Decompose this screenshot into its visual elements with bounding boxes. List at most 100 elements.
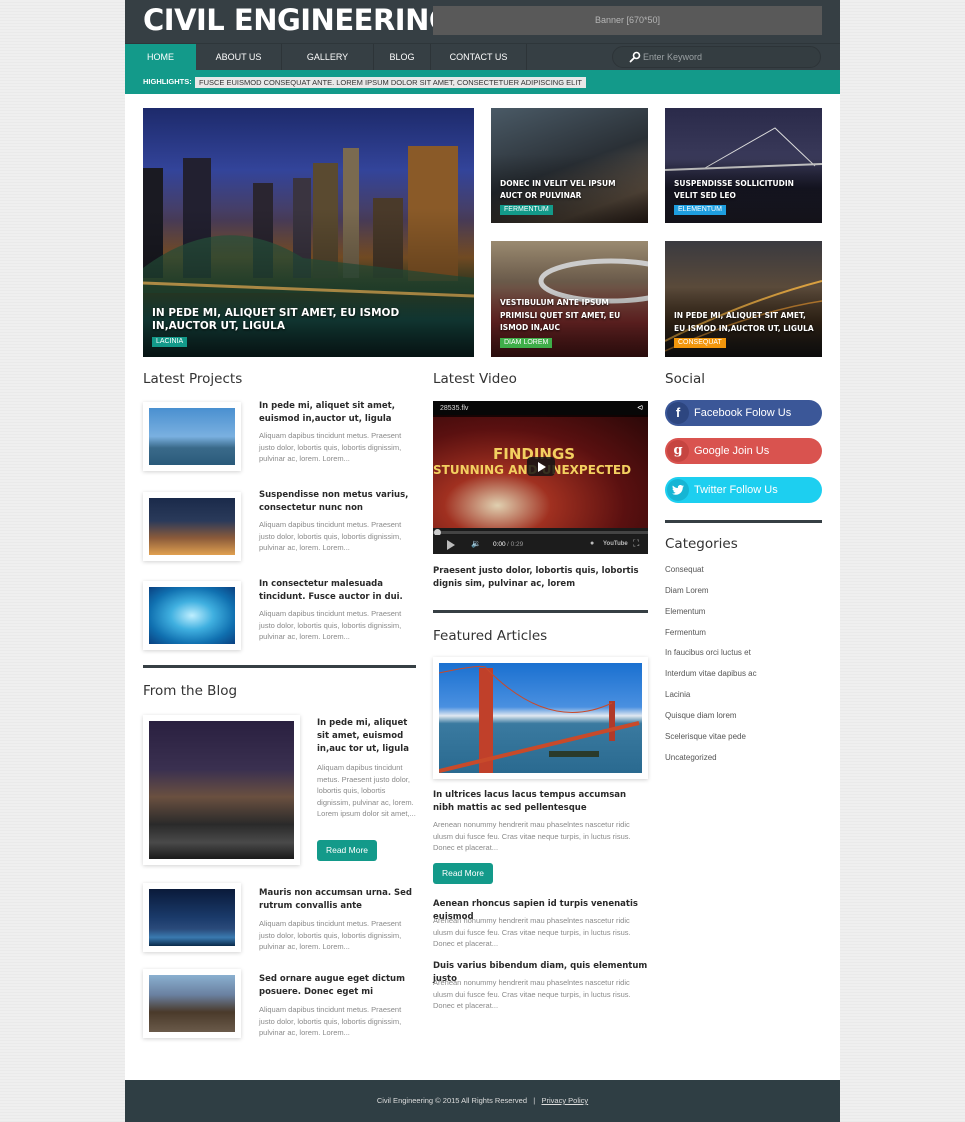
blog-thumb[interactable] (143, 883, 241, 952)
project-thumb[interactable] (143, 581, 241, 650)
nav-contact-us[interactable]: CONTACT US (431, 44, 527, 71)
facebook-icon: f (667, 402, 689, 424)
blog-item-title[interactable]: Mauris non accumsan urna. Sed rutrum con… (259, 887, 414, 913)
tunnel-photo (149, 587, 235, 644)
google-label: Google Join Us (694, 445, 770, 457)
fullscreen-icon[interactable]: ⛶ (633, 538, 639, 549)
featured-tile-2[interactable]: DONEC IN VELIT VEL IPSUM AUCT OR PULVINA… (491, 108, 648, 223)
nav-gallery[interactable]: GALLERY (282, 44, 374, 71)
featured-tile-3[interactable]: SUSPENDISSE SOLLICITUDIN VELIT SED LEO E… (665, 108, 822, 223)
category-link[interactable]: Elementum (665, 607, 705, 616)
google-icon: g (667, 440, 689, 462)
tile-title: SUSPENDISSE SOLLICITUDIN VELIT SED LEO (674, 179, 794, 200)
footer-separator: | (533, 1096, 536, 1105)
play-icon[interactable] (447, 540, 455, 550)
latest-video-heading: Latest Video (433, 371, 517, 387)
share-icon[interactable]: ⪦ (637, 402, 643, 413)
featured-article-title[interactable]: In ultrices lacus lacus tempus accumsan … (433, 789, 648, 815)
video-duration: / 0:29 (507, 541, 524, 548)
twitter-follow-button[interactable]: Twitter Follow Us (665, 477, 822, 503)
banner-ad[interactable]: Banner [670*50] (433, 6, 822, 35)
site-logo[interactable]: CIVIL ENGINEERING (143, 3, 453, 37)
project-text: Aliquam dapibus tincidunt metus. Praesen… (259, 609, 402, 641)
tile-tag[interactable]: ELEMENTUM (674, 205, 726, 215)
category-link[interactable]: Diam Lorem (665, 586, 709, 595)
section-divider (433, 610, 648, 613)
tile-tag[interactable]: LACINIA (152, 337, 188, 347)
volume-icon[interactable]: 🔉 (471, 539, 481, 548)
play-overlay-button[interactable] (527, 457, 555, 476)
privacy-policy-link[interactable]: Privacy Policy (541, 1096, 588, 1105)
featured-tile-4[interactable]: VESTIBULUM ANTE IPSUM PRIMISLI QUET SIT … (491, 241, 648, 357)
twitter-label: Twitter Follow Us (694, 484, 778, 496)
blog-heading: From the Blog (143, 683, 238, 699)
blog-read-more-button[interactable]: Read More (317, 840, 377, 861)
latest-projects-heading: Latest Projects (143, 371, 243, 387)
tile-title: IN PEDE MI, ALIQUET SIT AMET, EU ISMOD I… (152, 307, 400, 332)
blog-main-thumb[interactable] (143, 715, 300, 865)
category-link[interactable]: Scelerisque vitae pede (665, 732, 746, 741)
featured-tile-main[interactable]: IN PEDE MI, ALIQUET SIT AMET, EU ISMOD I… (143, 108, 474, 357)
featured-item-text: Arenean nonummy hendrerit mau phaselntes… (433, 978, 631, 1010)
marina-photo (149, 721, 294, 859)
search-icon[interactable] (629, 51, 641, 63)
search-input[interactable] (643, 49, 808, 65)
nav-home[interactable]: HOME (125, 44, 196, 71)
nav-blog[interactable]: BLOG (374, 44, 431, 71)
blog-item-title[interactable]: Sed ornare augue eget dictum posuere. Do… (259, 973, 414, 999)
bridge-photo (149, 408, 235, 465)
project-thumb[interactable] (143, 492, 241, 561)
video-player[interactable]: 28535.flv ⪦ FINDINGS STUNNING AND UNEXPE… (433, 401, 648, 554)
category-link[interactable]: Uncategorized (665, 753, 717, 762)
video-filename: 28535.flv (440, 405, 469, 412)
project-thumb[interactable] (143, 402, 241, 471)
facebook-label: Facebook Folow Us (694, 407, 792, 419)
highlights-bar: HIGHLIGHTS: FUSCE EUISMOD CONSEQUAT ANTE… (125, 70, 840, 94)
section-divider (143, 665, 416, 668)
blog-main-text: Aliquam dapibus tincidunt metus. Praesen… (317, 763, 416, 818)
blog-thumb[interactable] (143, 969, 241, 1038)
video-progress-bar[interactable] (433, 531, 648, 534)
project-title[interactable]: In pede mi, aliquet sit amet, euismod in… (259, 400, 414, 426)
bridge-night-photo (149, 889, 235, 946)
youtube-logo[interactable]: YouTube (603, 541, 628, 547)
tile-tag[interactable]: CONSEQUAT (674, 338, 726, 348)
project-text: Aliquam dapibus tincidunt metus. Praesen… (259, 431, 402, 463)
footer-copyright: Civil Engineering © 2015 All Rights Rese… (376, 1096, 527, 1105)
categories-heading: Categories (665, 536, 738, 552)
blog-main-title[interactable]: In pede mi, aliquet sit amet, euismod in… (317, 717, 412, 756)
category-link[interactable]: Quisque diam lorem (665, 711, 737, 720)
project-title[interactable]: In consectetur malesuada tincidunt. Fusc… (259, 578, 414, 604)
social-heading: Social (665, 371, 706, 387)
highlights-ticker[interactable]: FUSCE EUISMOD CONSEQUAT ANTE. LOREM IPSU… (195, 77, 586, 88)
twitter-icon (667, 479, 689, 501)
project-title[interactable]: Suspendisse non metus varius, consectetu… (259, 489, 414, 515)
category-link[interactable]: Interdum vitae dapibus ac (665, 669, 757, 678)
featured-item-text: Arenean nonummy hendrerit mau phaselntes… (433, 916, 631, 948)
nav-about-us[interactable]: ABOUT US (196, 44, 282, 71)
footer: Civil Engineering © 2015 All Rights Rese… (125, 1080, 840, 1122)
blog-item-text: Aliquam dapibus tincidunt metus. Praesen… (259, 1005, 402, 1037)
settings-icon[interactable]: ● (590, 540, 594, 547)
category-link[interactable]: Consequat (665, 565, 704, 574)
skyscrapers-photo (149, 975, 235, 1032)
tile-tag[interactable]: DIAM LOREM (500, 338, 553, 348)
category-link[interactable]: In faucibus orci luctus et (665, 648, 751, 657)
tile-tag[interactable]: FERMENTUM (500, 205, 553, 215)
search-box (612, 46, 821, 68)
video-caption: Praesent justo dolor, lobortis quis, lob… (433, 566, 639, 589)
blog-item-text: Aliquam dapibus tincidunt metus. Praesen… (259, 919, 402, 951)
main-nav: HOME ABOUT US GALLERY BLOG CONTACT US (125, 43, 840, 71)
featured-read-more-button[interactable]: Read More (433, 863, 493, 884)
header: CIVIL ENGINEERING Banner [670*50] (125, 0, 840, 43)
category-link[interactable]: Fermentum (665, 628, 706, 637)
facebook-follow-button[interactable]: f Facebook Folow Us (665, 400, 822, 426)
section-divider (665, 520, 822, 523)
google-join-button[interactable]: g Google Join Us (665, 438, 822, 464)
category-link[interactable]: Lacinia (665, 690, 690, 699)
highlights-label: HIGHLIGHTS: (143, 77, 192, 86)
project-text: Aliquam dapibus tincidunt metus. Praesen… (259, 520, 402, 552)
featured-article-thumb[interactable] (433, 657, 648, 779)
featured-article-text: Arenean nonummy hendrerit mau phaselntes… (433, 820, 631, 852)
featured-tile-5[interactable]: IN PEDE MI, ALIQUET SIT AMET, EU ISMOD I… (665, 241, 822, 357)
